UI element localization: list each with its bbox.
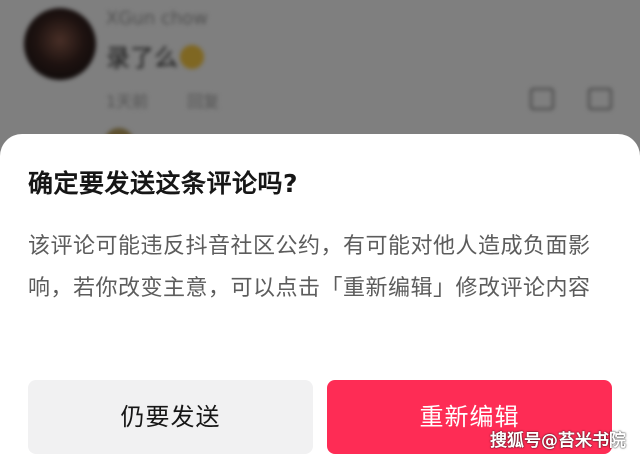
screen: XGun chow 录了么 1天前 回复 确定要发送这条评论吗? 该评论可能违反…: [0, 0, 640, 461]
watermark: 搜狐号@苔米书院: [490, 431, 626, 451]
send-anyway-button[interactable]: 仍要发送: [28, 380, 313, 454]
confirm-comment-dialog: 确定要发送这条评论吗? 该评论可能违反抖音社区公约，有可能对他人造成负面影响，若…: [0, 134, 640, 461]
dialog-message: 该评论可能违反抖音社区公约，有可能对他人造成负面影响，若你改变主意，可以点击「重…: [28, 234, 591, 301]
dialog-title: 确定要发送这条评论吗?: [28, 169, 299, 198]
